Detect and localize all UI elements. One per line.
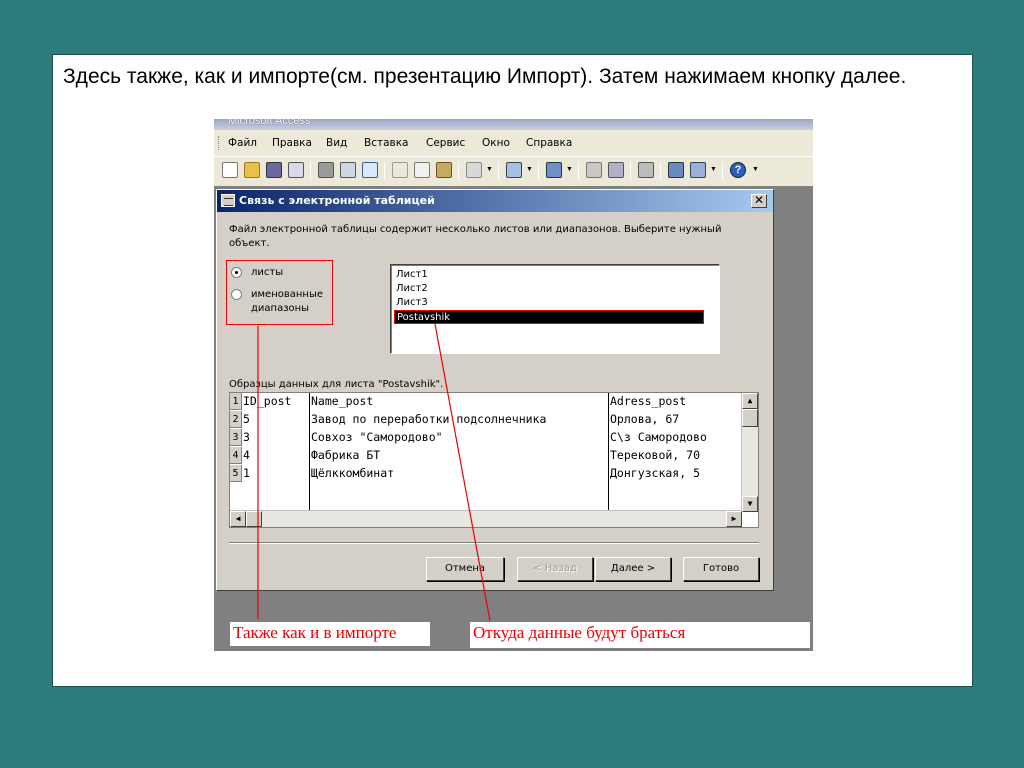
horizontal-scrollbar[interactable]: ◀ ▶ (230, 510, 742, 527)
next-button[interactable]: Далее > (595, 557, 671, 581)
cut-icon[interactable] (392, 162, 408, 178)
standard-toolbar: ▼ ▼ ▼ ▼ ? ▼ (214, 156, 813, 186)
close-button[interactable]: ✕ (751, 194, 767, 208)
search-icon[interactable] (288, 162, 304, 178)
link-spreadsheet-dialog: Связь с электронной таблицей ✕ Файл элек… (216, 189, 774, 591)
sheet-listbox[interactable]: Лист1 Лист2 Лист3 Postavshik (390, 264, 720, 354)
list-item[interactable]: Лист1 (394, 268, 704, 282)
toolbar-separator (458, 162, 459, 180)
preview-icon[interactable] (340, 162, 356, 178)
toolbar-separator (538, 162, 539, 180)
list-item[interactable]: Лист3 (394, 296, 704, 310)
menu-help[interactable]: Справка (526, 137, 572, 149)
menu-insert[interactable]: Вставка (364, 137, 409, 149)
back-button[interactable]: < Назад (517, 557, 593, 581)
toolbar-options-icon[interactable]: ▼ (752, 166, 759, 173)
new-object-icon[interactable] (690, 162, 706, 178)
cell-id: 5 (243, 412, 250, 426)
row-number: 3 (230, 429, 242, 446)
toolbar-separator (310, 162, 311, 180)
cell-id: 1 (243, 466, 250, 480)
cell-id: 4 (243, 448, 250, 462)
menu-bar: Файл Правка Вид Вставка Сервис Окно Спра… (214, 130, 813, 156)
toolbar-separator (578, 162, 579, 180)
new-icon[interactable] (222, 162, 238, 178)
cancel-button[interactable]: Отмена (426, 557, 504, 581)
save-icon[interactable] (266, 162, 282, 178)
toolbar-separator (722, 162, 723, 180)
scroll-right-icon[interactable]: ▶ (726, 511, 742, 527)
dialog-intro-text: Файл электронной таблицы содержит нескол… (229, 224, 722, 249)
open-icon[interactable] (244, 162, 260, 178)
cell-name: Name_post (311, 394, 374, 408)
vertical-scrollbar[interactable]: ▲ ▼ (741, 393, 758, 512)
undo-icon[interactable] (466, 162, 482, 178)
cell-id: ID_post (243, 394, 292, 408)
cell-address: Орлова, 67 (610, 412, 680, 426)
app-title: Microsoft Access (228, 119, 311, 127)
help-icon[interactable]: ? (730, 162, 746, 178)
cell-name: Завод по переработки подсолнечника (311, 412, 547, 426)
menu-file[interactable]: Файл (228, 137, 257, 149)
annotation-data-source: Откуда данные будут браться (470, 622, 810, 648)
cell-name: Фабрика БТ (311, 448, 381, 462)
dialog-separator (229, 542, 759, 544)
print-icon[interactable] (318, 162, 334, 178)
access-screenshot: Microsoft Access Файл Правка Вид Вставка… (214, 119, 813, 651)
office-links-icon[interactable] (546, 162, 562, 178)
paste-icon[interactable] (436, 162, 452, 178)
column-divider (309, 393, 310, 512)
office-links-dropdown-icon[interactable]: ▼ (566, 166, 573, 173)
toolbar-separator (498, 162, 499, 180)
code-icon[interactable] (586, 162, 602, 178)
menu-tools[interactable]: Сервис (426, 137, 465, 149)
column-divider (608, 393, 609, 512)
copy-icon[interactable] (414, 162, 430, 178)
list-item-selected[interactable]: Postavshik (394, 310, 704, 324)
relationships-icon[interactable] (608, 162, 624, 178)
properties-icon[interactable] (638, 162, 654, 178)
list-item[interactable]: Лист2 (394, 282, 704, 296)
database-window-icon[interactable] (668, 162, 684, 178)
dialog-title: Связь с электронной таблицей (239, 194, 435, 207)
dialog-title-bar: Связь с электронной таблицей ✕ (217, 190, 773, 212)
analyze-dropdown-icon[interactable]: ▼ (526, 166, 533, 173)
new-object-dropdown-icon[interactable]: ▼ (710, 166, 717, 173)
horizontal-scroll-thumb[interactable] (246, 511, 262, 527)
row-number: 5 (230, 465, 242, 482)
cell-address: Adress_post (610, 394, 687, 408)
app-title-bar: Microsoft Access (214, 119, 813, 130)
row-number: 2 (230, 411, 242, 428)
vertical-scroll-thumb[interactable] (742, 409, 758, 427)
cell-address: Донгузская, 5 (610, 466, 701, 480)
toolbar-separator (384, 162, 385, 180)
finish-button[interactable]: Готово (683, 557, 759, 581)
sample-data-label: Образцы данных для листа "Postavshik". (229, 379, 444, 390)
menu-grip (218, 136, 221, 150)
row-number: 1 (230, 393, 242, 410)
annotation-same-as-import: Также как и в импорте (230, 622, 430, 646)
cell-name: Щёлккомбинат (311, 466, 395, 480)
menu-view[interactable]: Вид (326, 137, 347, 149)
slide-caption: Здесь также, как и импорте(см. презентац… (63, 65, 907, 88)
scroll-up-icon[interactable]: ▲ (742, 393, 758, 409)
menu-edit[interactable]: Правка (272, 137, 312, 149)
menu-window[interactable]: Окно (482, 137, 510, 149)
toolbar-separator (660, 162, 661, 180)
scroll-left-icon[interactable]: ◀ (230, 511, 246, 527)
row-number: 4 (230, 447, 242, 464)
spreadsheet-icon (221, 194, 235, 207)
sample-data-grid: 1 2 3 4 5 ID_post Name_post Adress_post … (229, 392, 759, 528)
analyze-icon[interactable] (506, 162, 522, 178)
spelling-icon[interactable] (362, 162, 378, 178)
toolbar-separator (630, 162, 631, 180)
annotation-box-options (226, 260, 333, 325)
cell-id: 3 (243, 430, 250, 444)
scroll-down-icon[interactable]: ▼ (742, 496, 758, 512)
cell-name: Совхоз "Самородово" (311, 430, 443, 444)
slide-panel: Здесь также, как и импорте(см. презентац… (52, 54, 973, 687)
undo-dropdown-icon[interactable]: ▼ (486, 166, 493, 173)
cell-address: С\з Самородово (610, 430, 707, 444)
cell-address: Терековой, 70 (610, 448, 701, 462)
